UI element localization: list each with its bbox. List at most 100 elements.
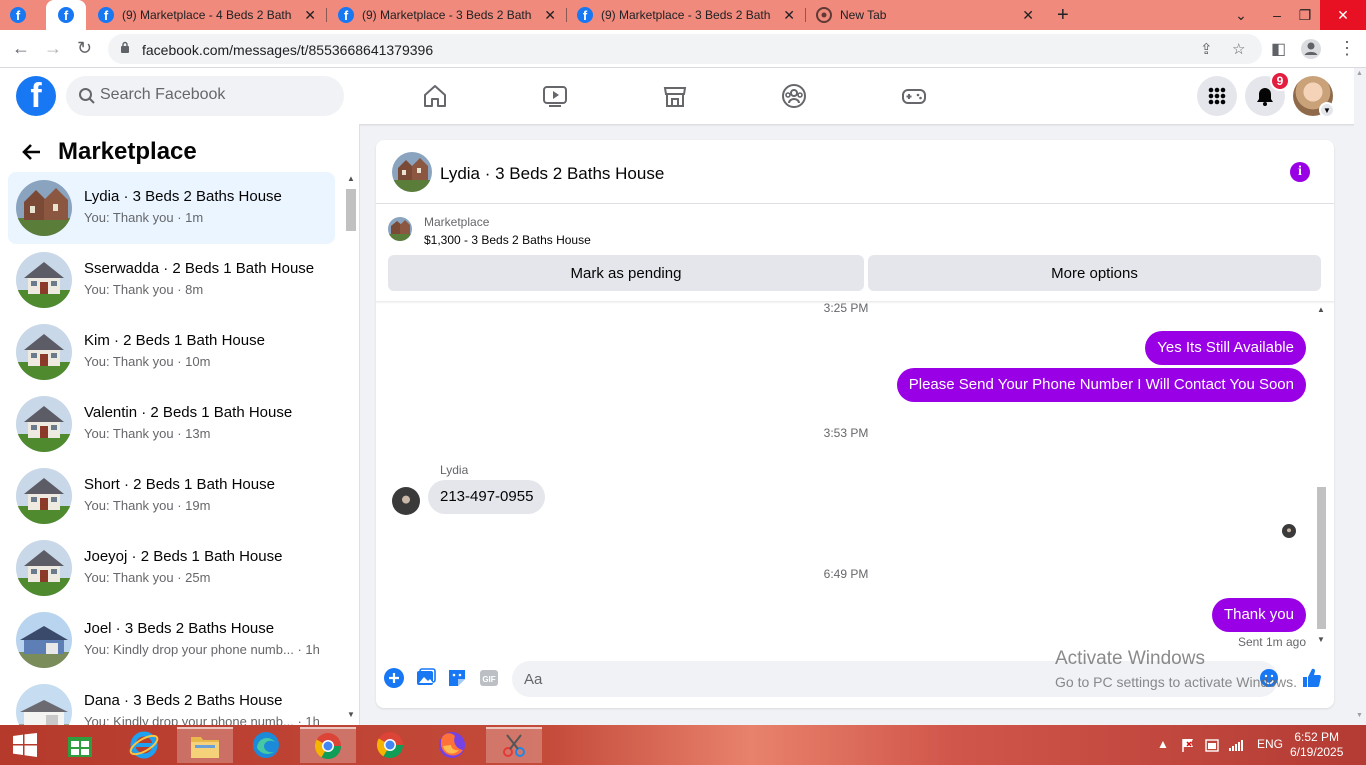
taskbar-snipping-tool[interactable] (486, 727, 542, 763)
outgoing-message[interactable]: Yes Its Still Available (1145, 331, 1306, 365)
outgoing-message[interactable]: Thank you (1211, 598, 1306, 632)
close-window-icon[interactable]: ✕ (1320, 0, 1366, 30)
sticker-icon[interactable] (446, 667, 468, 689)
share-icon[interactable]: ⇪ (1200, 40, 1213, 58)
marketplace-icon[interactable] (661, 82, 689, 110)
message-thread-scrollbar[interactable]: ▲ ▼ (1314, 301, 1328, 651)
scrollbar-thumb[interactable] (1317, 487, 1326, 629)
browser-tab-new-tab[interactable]: New Tab ✕ (816, 0, 1044, 30)
account-avatar[interactable]: ▼ (1293, 76, 1335, 118)
search-input[interactable] (100, 86, 330, 104)
plus-circle-icon[interactable] (383, 667, 405, 689)
conversation-item[interactable]: Sserwadda · 2 Beds 1 Bath House You: Than… (8, 244, 335, 316)
forward-arrow-icon[interactable]: → (44, 38, 62, 59)
close-tab-icon[interactable]: ✕ (1022, 7, 1034, 24)
system-clock[interactable]: 6:52 PM 6/19/2025 (1290, 730, 1343, 760)
browser-tab-pinned-facebook[interactable]: f (10, 0, 46, 30)
restore-window-icon[interactable]: ❐ (1290, 0, 1320, 30)
flag-notification-icon[interactable] (1180, 737, 1196, 753)
info-icon[interactable]: i (1290, 162, 1310, 182)
facebook-header: f 9 ▼ (0, 68, 1366, 124)
language-indicator[interactable]: ENG (1257, 737, 1283, 751)
battery-icon[interactable] (1204, 737, 1220, 753)
side-panel-icon[interactable]: ◧ (1271, 39, 1286, 59)
start-button[interactable] (0, 727, 50, 763)
clock-time: 6:52 PM (1294, 730, 1340, 744)
browser-tab-marketplace-4beds[interactable]: f (9) Marketplace - 4 Beds 2 Baths ✕ (98, 0, 326, 30)
chat-title[interactable]: Lydia · 3 Beds 2 Baths House (440, 164, 664, 184)
taskbar-chrome-user[interactable] (300, 727, 356, 763)
edge-icon (253, 732, 279, 758)
conversation-preview: You: Thank you · 8m (84, 282, 204, 297)
folder-icon (191, 737, 219, 758)
back-arrow-icon[interactable]: ← (12, 38, 30, 59)
profile-icon[interactable] (1300, 38, 1322, 60)
conversation-list-scrollbar[interactable]: ▲ ▼ (344, 172, 358, 725)
taskbar-edge[interactable] (238, 727, 294, 763)
photo-icon[interactable] (415, 667, 437, 689)
video-icon[interactable] (541, 82, 569, 110)
taskbar-firefox[interactable] (424, 727, 480, 763)
groups-icon[interactable] (780, 82, 808, 110)
mark-as-pending-button[interactable]: Mark as pending (388, 255, 864, 291)
more-options-button[interactable]: More options (868, 255, 1321, 291)
back-arrow-icon[interactable] (20, 141, 42, 163)
minimize-window-icon[interactable]: – (1262, 0, 1292, 30)
listing-small-thumbnail[interactable] (388, 217, 412, 241)
scroll-up-arrow-icon[interactable]: ▲ (1317, 305, 1325, 314)
address-bar[interactable]: facebook.com/messages/t/8553668641379396… (108, 34, 1262, 64)
gaming-icon[interactable] (900, 82, 928, 110)
thumbs-up-icon[interactable] (1300, 667, 1322, 689)
tab-search-chevron-icon[interactable]: ⌄ (1226, 0, 1256, 30)
tray-expand-icon[interactable]: ▲ (1157, 737, 1169, 751)
conversation-item[interactable]: Dana · 3 Beds 2 Baths House You: Kindly d… (8, 676, 335, 725)
conversation-item[interactable]: Short · 2 Beds 1 Bath House You: Thank yo… (8, 460, 335, 532)
outgoing-message[interactable]: Please Send Your Phone Number I Will Con… (896, 368, 1306, 402)
close-tab-icon[interactable]: ✕ (304, 7, 316, 24)
facebook-favicon-icon: f (10, 7, 26, 23)
listing-thumbnail (16, 180, 72, 236)
browser-tab-active-facebook[interactable]: f (46, 0, 86, 30)
conversation-preview: You: Kindly drop your phone numb... · 1h (84, 714, 320, 725)
listing-thumbnail[interactable] (392, 152, 432, 192)
scroll-up-arrow-icon[interactable]: ▲ (1356, 70, 1363, 77)
conversation-item[interactable]: Joel · 3 Beds 2 Baths House You: Kindly d… (8, 604, 335, 676)
menu-grid-button[interactable] (1197, 76, 1237, 116)
close-tab-icon[interactable]: ✕ (544, 7, 556, 24)
close-tab-icon[interactable]: ✕ (783, 7, 795, 24)
conversation-name: Lydia · 3 Beds 2 Baths House (84, 188, 282, 205)
listing-price-title[interactable]: $1,300 - 3 Beds 2 Baths House (424, 233, 591, 247)
facebook-favicon-icon: f (58, 7, 74, 23)
conversation-item[interactable]: Kim · 2 Beds 1 Bath House You: Thank you … (8, 316, 335, 388)
taskbar-store-app[interactable] (52, 727, 108, 763)
conversation-item[interactable]: Valentin · 2 Beds 1 Bath House You: Thank… (8, 388, 335, 460)
browser-menu-icon[interactable]: ⋮ (1338, 38, 1356, 59)
taskbar-file-explorer[interactable] (177, 727, 233, 763)
scroll-up-arrow-icon[interactable]: ▲ (347, 174, 355, 183)
bookmark-star-icon[interactable]: ☆ (1232, 40, 1245, 58)
browser-tab-marketplace-3beds-b[interactable]: f (9) Marketplace - 3 Beds 2 Baths ✕ (577, 0, 805, 30)
taskbar-chrome[interactable] (362, 727, 418, 763)
new-tab-plus-icon[interactable]: + (1057, 4, 1069, 27)
reload-icon[interactable]: ↻ (77, 38, 92, 59)
search-box[interactable] (66, 76, 344, 116)
facebook-logo[interactable]: f (16, 76, 56, 116)
conversation-item[interactable]: Joeyoj · 2 Beds 1 Bath House You: Thank y… (8, 532, 335, 604)
listing-thumbnail (16, 468, 72, 524)
incoming-message[interactable]: 213-497-0955 (428, 480, 546, 514)
facebook-favicon-icon: f (98, 7, 114, 23)
sender-name: Lydia (440, 463, 469, 477)
marketplace-label: Marketplace (424, 215, 490, 229)
taskbar-internet-explorer[interactable] (116, 727, 172, 763)
scroll-down-arrow-icon[interactable]: ▼ (1356, 712, 1363, 719)
browser-tab-marketplace-3beds-a[interactable]: f (9) Marketplace - 3 Beds 2 Baths ✕ (338, 0, 566, 30)
page-scrollbar[interactable]: ▲ ▼ (1354, 68, 1366, 725)
gif-icon[interactable]: GIF (478, 667, 500, 689)
scroll-down-arrow-icon[interactable]: ▼ (347, 710, 355, 719)
scrollbar-thumb[interactable] (346, 189, 356, 231)
home-icon[interactable] (421, 82, 449, 110)
network-signal-icon[interactable] (1228, 737, 1244, 753)
sender-avatar[interactable] (392, 487, 420, 515)
scroll-down-arrow-icon[interactable]: ▼ (1317, 635, 1325, 644)
conversation-item[interactable]: Lydia · 3 Beds 2 Baths House You: Thank y… (8, 172, 335, 244)
